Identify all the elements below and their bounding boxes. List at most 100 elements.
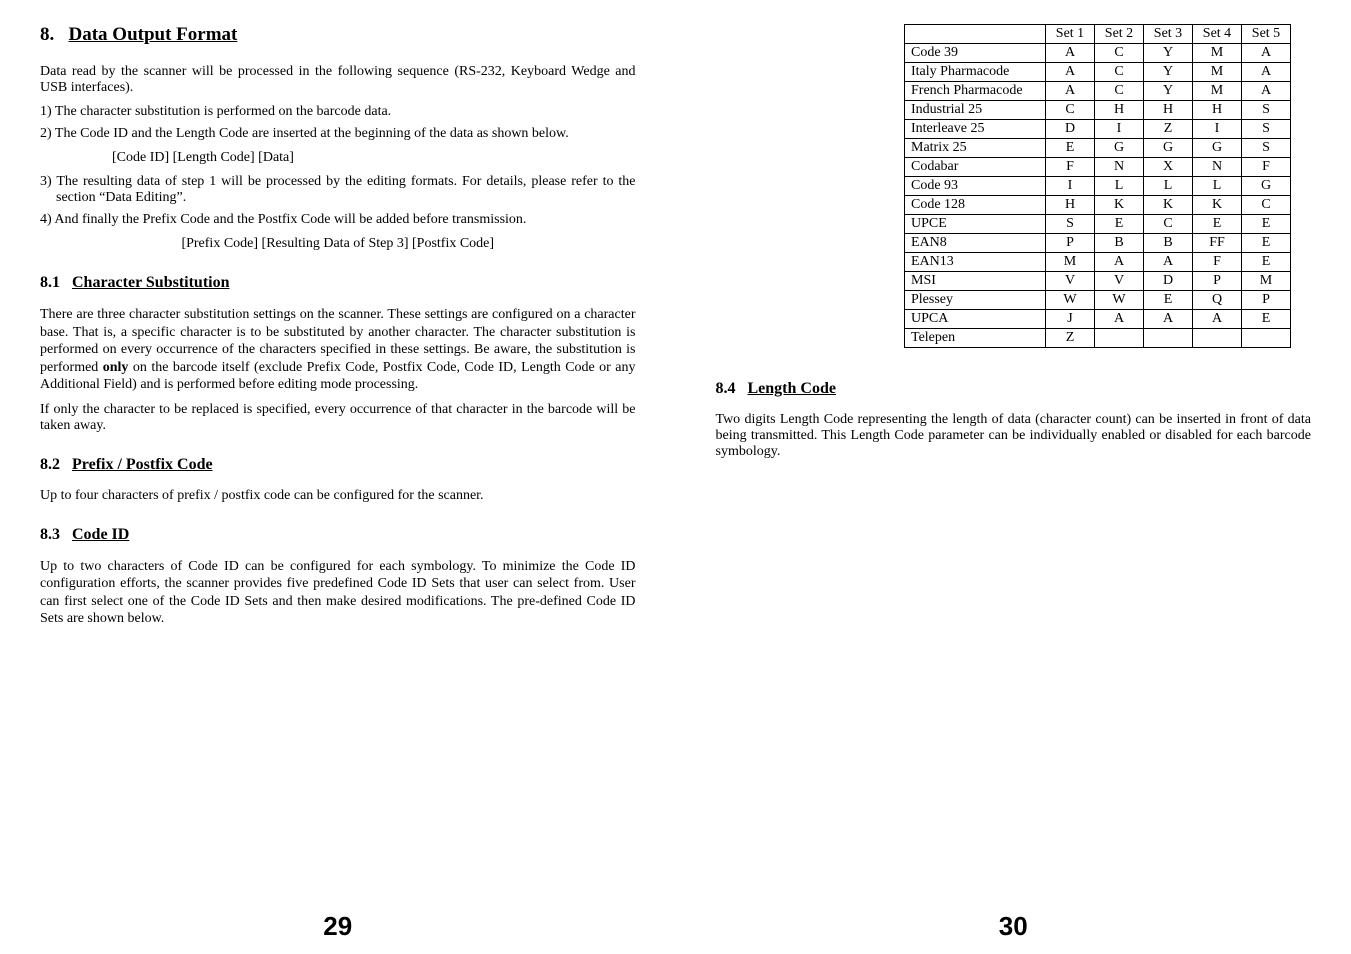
- table-cell: I: [1095, 120, 1144, 139]
- table-header-cell: Set 5: [1242, 25, 1291, 44]
- table-cell: E: [1144, 291, 1193, 310]
- table-row: EAN13MAAFE: [905, 253, 1291, 272]
- table-cell: S: [1242, 120, 1291, 139]
- table-cell: G: [1242, 177, 1291, 196]
- table-rowname-cell: Plessey: [905, 291, 1046, 310]
- table-row: Code 39ACYMA: [905, 44, 1291, 63]
- table-cell: A: [1144, 310, 1193, 329]
- table-cell: C: [1046, 101, 1095, 120]
- table-cell: H: [1046, 196, 1095, 215]
- table-cell: Z: [1144, 120, 1193, 139]
- heading-8-4-text: Length Code: [748, 380, 836, 397]
- table-header-cell: Set 3: [1144, 25, 1193, 44]
- table-cell: L: [1095, 177, 1144, 196]
- heading-8-1: 8.1 Character Substitution: [40, 274, 636, 292]
- table-cell: Y: [1144, 63, 1193, 82]
- table-rowname-cell: UPCA: [905, 310, 1046, 329]
- table-cell: M: [1193, 82, 1242, 101]
- table-row: French PharmacodeACYMA: [905, 82, 1291, 101]
- table-cell: H: [1095, 101, 1144, 120]
- table-cell: I: [1046, 177, 1095, 196]
- table-cell: X: [1144, 158, 1193, 177]
- page-number-right: 30: [716, 897, 1312, 942]
- table-rowname-cell: Code 93: [905, 177, 1046, 196]
- table-rowname-cell: Code 128: [905, 196, 1046, 215]
- table-cell: E: [1242, 253, 1291, 272]
- table-row: EAN8PBBFFE: [905, 234, 1291, 253]
- table-cell: A: [1046, 63, 1095, 82]
- table-cell: E: [1242, 234, 1291, 253]
- table-cell: K: [1144, 196, 1193, 215]
- table-rowname-cell: Italy Pharmacode: [905, 63, 1046, 82]
- table-rowname-cell: Interleave 25: [905, 120, 1046, 139]
- table-cell: D: [1046, 120, 1095, 139]
- table-header-cell: Set 2: [1095, 25, 1144, 44]
- table-row: TelepenZ: [905, 329, 1291, 348]
- table-cell: A: [1193, 310, 1242, 329]
- table-cell: [1095, 329, 1144, 348]
- table-rowname-cell: Codabar: [905, 158, 1046, 177]
- table-cell: F: [1046, 158, 1095, 177]
- heading-8-4-num: 8.4: [716, 380, 736, 397]
- table-cell: K: [1095, 196, 1144, 215]
- table-cell: F: [1193, 253, 1242, 272]
- table-row: UPCAJAAAE: [905, 310, 1291, 329]
- table-cell: Q: [1193, 291, 1242, 310]
- page-number-left: 29: [40, 897, 636, 942]
- table-cell: N: [1095, 158, 1144, 177]
- s82-paragraph: Up to four characters of prefix / postfi…: [40, 488, 636, 504]
- table-cell: W: [1046, 291, 1095, 310]
- table-cell: V: [1095, 272, 1144, 291]
- step-3: 3) The resulting data of step 1 will be …: [40, 174, 636, 206]
- table-cell: A: [1046, 82, 1095, 101]
- table-cell: M: [1242, 272, 1291, 291]
- table-cell: Z: [1046, 329, 1095, 348]
- table-header-cell: Set 1: [1046, 25, 1095, 44]
- step-4-format: [Prefix Code] [Resulting Data of Step 3]…: [40, 236, 636, 252]
- intro-paragraph: Data read by the scanner will be process…: [40, 64, 636, 96]
- table-cell: Y: [1144, 82, 1193, 101]
- table-cell: P: [1242, 291, 1291, 310]
- code-id-table: Set 1Set 2Set 3Set 4Set 5 Code 39ACYMAIt…: [904, 24, 1291, 348]
- heading-8-1-num: 8.1: [40, 274, 60, 291]
- heading-8-2-num: 8.2: [40, 456, 60, 473]
- table-cell: V: [1046, 272, 1095, 291]
- table-row: PlesseyWWEQP: [905, 291, 1291, 310]
- table-row: MSIVVDPM: [905, 272, 1291, 291]
- table-cell: M: [1046, 253, 1095, 272]
- table-cell: Y: [1144, 44, 1193, 63]
- table-cell: P: [1193, 272, 1242, 291]
- heading-8-1-text: Character Substitution: [72, 274, 230, 291]
- table-row: Interleave 25DIZIS: [905, 120, 1291, 139]
- table-cell: A: [1095, 310, 1144, 329]
- heading-8-num: 8.: [40, 24, 54, 45]
- heading-8-3-num: 8.3: [40, 526, 60, 543]
- heading-8-4: 8.4 Length Code: [716, 380, 1312, 398]
- step-4: 4) And finally the Prefix Code and the P…: [40, 212, 636, 228]
- s81-paragraph-2: If only the character to be replaced is …: [40, 402, 636, 434]
- heading-8: 8. Data Output Format: [40, 24, 636, 46]
- table-cell: E: [1242, 215, 1291, 234]
- table-cell: G: [1193, 139, 1242, 158]
- page-29: 8. Data Output Format Data read by the s…: [0, 0, 676, 954]
- table-cell: C: [1095, 63, 1144, 82]
- table-cell: E: [1242, 310, 1291, 329]
- table-cell: A: [1242, 44, 1291, 63]
- table-cell: H: [1193, 101, 1242, 120]
- s83-paragraph: Up to two characters of Code ID can be c…: [40, 558, 636, 628]
- table-rowname-cell: EAN13: [905, 253, 1046, 272]
- step-2-format: [Code ID] [Length Code] [Data]: [112, 150, 636, 166]
- heading-8-3-text: Code ID: [72, 526, 129, 543]
- table-cell: L: [1144, 177, 1193, 196]
- table-row: Matrix 25EGGGS: [905, 139, 1291, 158]
- table-rowname-cell: Industrial 25: [905, 101, 1046, 120]
- table-rowname-cell: Matrix 25: [905, 139, 1046, 158]
- table-cell: B: [1144, 234, 1193, 253]
- step-1: 1) The character substitution is perform…: [40, 104, 636, 120]
- table-rowname-cell: UPCE: [905, 215, 1046, 234]
- table-cell: C: [1095, 82, 1144, 101]
- table-cell: I: [1193, 120, 1242, 139]
- table-cell: E: [1193, 215, 1242, 234]
- table-cell: P: [1046, 234, 1095, 253]
- table-header-cell: [905, 25, 1046, 44]
